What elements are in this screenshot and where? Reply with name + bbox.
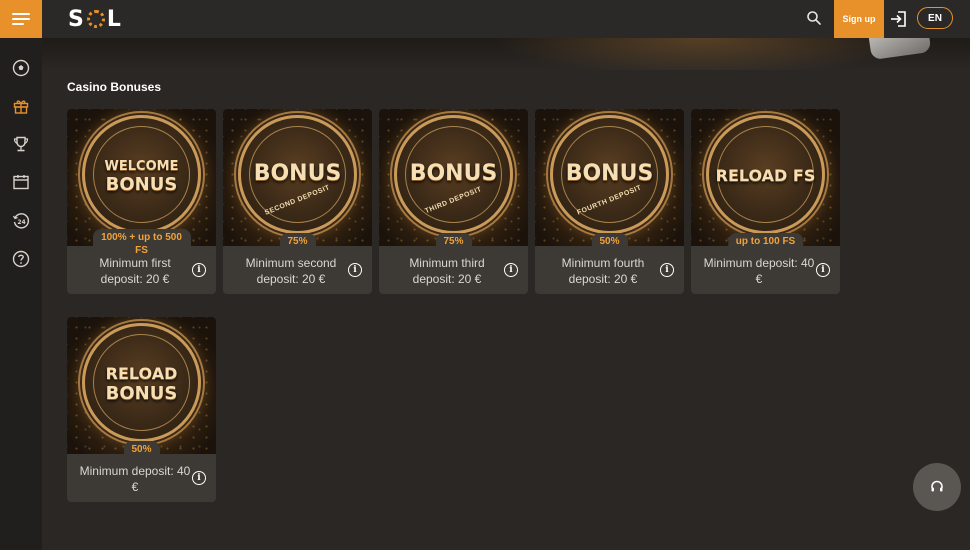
bonus-description: Minimum fourth deposit: 20 € [561, 256, 645, 286]
info-icon[interactable]: i [192, 471, 206, 485]
medal-emblem: RELOAD BONUS [82, 323, 201, 442]
hamburger-icon-line [12, 18, 30, 20]
top-bar: S L Sign up EN [0, 0, 970, 38]
signup-button[interactable]: Sign up [834, 0, 884, 38]
medal-emblem: BONUS SECOND DEPOSIT [238, 115, 357, 234]
medal-emblem: WELCOME BONUS [82, 115, 201, 234]
bonus-description: Minimum first deposit: 20 € [99, 256, 171, 286]
bonus-badge: 100% + up to 500 FS [92, 229, 191, 256]
info-icon[interactable]: i [192, 263, 206, 277]
language-selector[interactable]: EN [917, 7, 953, 29]
info-icon[interactable]: i [348, 263, 362, 277]
hamburger-icon-line [12, 23, 24, 25]
bonus-badge: up to 100 FS [727, 233, 804, 249]
sun-icon [86, 10, 105, 28]
bonus-card-reload-bonus[interactable]: RELOAD BONUS 50% Minimum deposit: 40 € i [67, 317, 216, 502]
sol-logo[interactable]: S L [68, 6, 122, 32]
clock-24-icon: 24 [12, 213, 30, 229]
sidebar-item-support-24[interactable]: 24 [9, 209, 33, 233]
medal-title: RELOAD [105, 364, 178, 383]
medal-emblem: RELOAD FS [706, 115, 825, 234]
bonus-description: Minimum third deposit: 20 € [409, 256, 485, 286]
info-icon[interactable]: i [660, 263, 674, 277]
sidebar: 24 [0, 38, 42, 550]
sidebar-item-calendar[interactable] [9, 170, 33, 194]
promo-banner[interactable] [42, 38, 970, 70]
medal-title: RELOAD FS [715, 166, 816, 185]
info-icon[interactable]: i [504, 263, 518, 277]
bonus-card-fourth-deposit[interactable]: BONUS FOURTH DEPOSIT 50% Minimum fourth … [535, 109, 684, 294]
sidebar-item-help[interactable] [9, 247, 33, 271]
headset-icon [931, 480, 943, 492]
banner-glow [492, 38, 912, 70]
bonus-description: Minimum deposit: 40 € [703, 256, 815, 286]
bonus-description: Minimum second deposit: 20 € [245, 256, 337, 286]
bonus-card-reload-fs[interactable]: RELOAD FS up to 100 FS Minimum deposit: … [691, 109, 840, 294]
search-icon[interactable] [806, 10, 822, 26]
login-icon[interactable] [888, 9, 908, 29]
menu-button[interactable] [0, 0, 42, 38]
sidebar-item-sports[interactable] [9, 56, 33, 80]
gift-icon [13, 100, 29, 114]
support-chat-button[interactable] [913, 463, 961, 511]
calendar-icon [13, 175, 29, 190]
info-icon[interactable]: i [816, 263, 830, 277]
bonus-description: Minimum deposit: 40 € [79, 464, 191, 494]
bonus-badge: 50% [591, 233, 628, 249]
bonus-card-second-deposit[interactable]: BONUS SECOND DEPOSIT 75% Minimum second … [223, 109, 372, 294]
medal-title-2: BONUS [105, 174, 178, 195]
soccer-ball-icon [12, 59, 30, 77]
trophy-icon [13, 136, 29, 152]
bonus-badge: 75% [279, 233, 316, 249]
logo-letter-l: L [106, 6, 122, 32]
medal-emblem: BONUS FOURTH DEPOSIT [550, 115, 669, 234]
bonus-card-third-deposit[interactable]: BONUS THIRD DEPOSIT 75% Minimum third de… [379, 109, 528, 294]
svg-text:24: 24 [17, 219, 25, 226]
sidebar-item-bonuses[interactable] [9, 94, 33, 118]
sidebar-item-tournaments[interactable] [9, 132, 33, 156]
bonus-badge: 50% [123, 441, 160, 457]
section-title: Casino Bonuses [67, 80, 162, 94]
bonus-badge: 75% [435, 233, 472, 249]
medal-emblem: BONUS THIRD DEPOSIT [394, 115, 513, 234]
bonus-card-welcome[interactable]: WELCOME BONUS 100% + up to 500 FS Minimu… [67, 109, 216, 294]
question-icon [12, 250, 30, 268]
medal-title: WELCOME [104, 159, 179, 174]
logo-letter-s: S [68, 6, 85, 32]
medal-title-2: BONUS [105, 383, 178, 404]
hamburger-icon [12, 13, 30, 15]
